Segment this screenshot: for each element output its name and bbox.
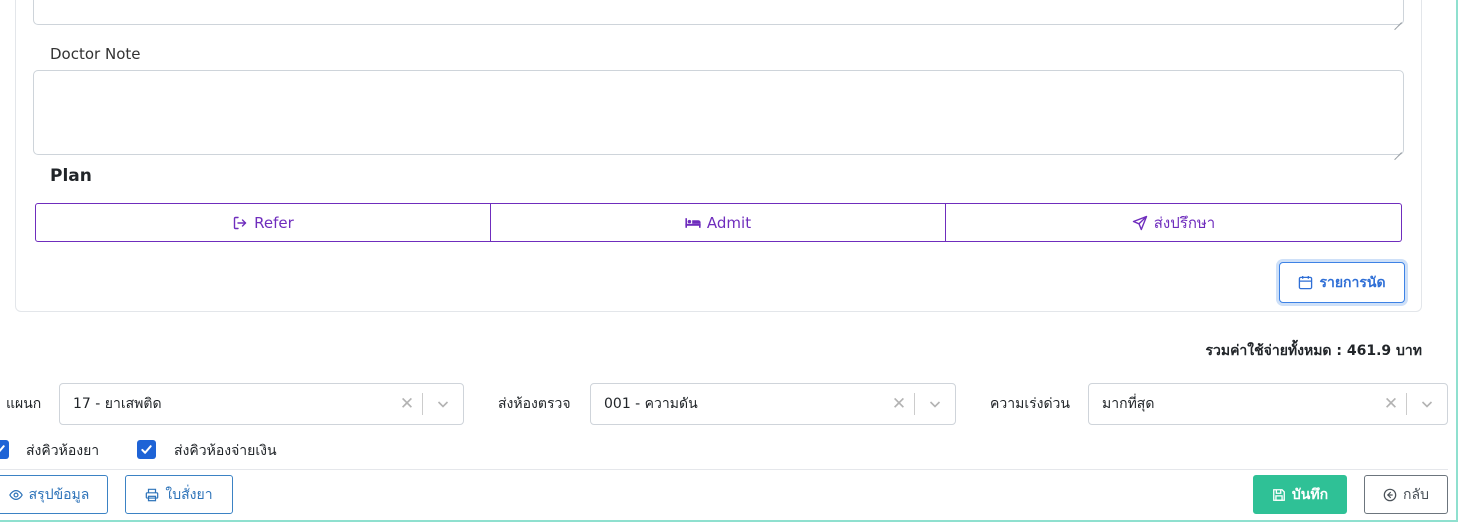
arrow-circle-left-icon [1383,488,1397,501]
total-cost: รวมค่าใช้จ่ายทั้งหมด : 461.9 บาท [1205,343,1422,359]
exam-room-select[interactable]: 001 - ความดัน ✕ [590,383,956,425]
checkmark-icon [0,445,5,453]
clear-icon[interactable]: ✕ [884,384,914,424]
urgency-value: มากที่สุด [1102,396,1155,412]
consult-label: ส่งปรึกษา [1153,213,1216,232]
back-button[interactable]: กลับ [1364,475,1448,514]
department-value: 17 - ยาเสพติด [73,396,162,412]
pharmacy-queue-checkbox[interactable] [0,440,9,459]
payment-queue-checkbox[interactable] [137,440,156,459]
payment-queue-label: ส่งคิวห้องจ่ายเงิน [174,443,277,459]
urgency-select[interactable]: มากที่สุด ✕ [1088,383,1448,425]
resize-grip-icon[interactable] [1394,145,1402,153]
exam-room-value: 001 - ความดัน [604,396,698,412]
clear-icon[interactable]: ✕ [392,384,422,424]
chevron-down-icon[interactable] [423,384,463,424]
floppy-disk-icon [1273,488,1285,501]
calendar-icon [1299,275,1313,290]
previous-notes-textarea[interactable] [33,0,1404,25]
bed-icon [685,217,701,228]
panel-right-border [1456,0,1458,522]
pharmacy-queue-label: ส่งคิวห้องยา [26,443,100,459]
prescription-label: ใบสั่งยา [165,486,213,503]
department-label: แผนก [6,396,42,412]
checkmark-icon [141,445,152,454]
resize-grip-icon[interactable] [1394,15,1402,23]
eye-icon [8,489,23,500]
save-button[interactable]: บันทึก [1253,475,1347,514]
clear-icon[interactable]: ✕ [1376,384,1406,424]
prescription-button[interactable]: ใบสั่งยา [125,475,233,514]
department-select[interactable]: 17 - ยาเสพติด ✕ [59,383,464,425]
save-label: บันทึก [1291,486,1329,503]
plan-heading: Plan [50,166,92,186]
summary-button[interactable]: สรุปข้อมูล [0,475,108,514]
doctor-note-textarea[interactable] [33,70,1404,155]
summary-label: สรุปข้อมูล [28,486,90,503]
admit-button[interactable]: Admit [491,203,946,242]
admit-label: Admit [706,213,752,232]
paper-plane-icon [1132,215,1147,230]
chevron-down-icon[interactable] [1407,384,1447,424]
chevron-down-icon[interactable] [915,384,955,424]
consult-button[interactable]: ส่งปรึกษา [946,203,1402,242]
refer-label: Refer [254,213,294,232]
appointments-label: รายการนัด [1319,274,1386,291]
refer-button[interactable]: Refer [35,203,491,242]
appointments-button[interactable]: รายการนัด [1279,262,1405,303]
urgency-label: ความเร่งด่วน [990,396,1070,412]
exam-room-label: ส่งห้องตรวจ [498,396,571,412]
printer-icon [146,488,159,501]
sign-out-icon [233,216,247,229]
examination-card [15,0,1422,312]
panel-bottom-border [0,520,1458,522]
back-label: กลับ [1403,486,1429,503]
footer-divider [0,469,1448,470]
doctor-note-label: Doctor Note [50,45,141,63]
